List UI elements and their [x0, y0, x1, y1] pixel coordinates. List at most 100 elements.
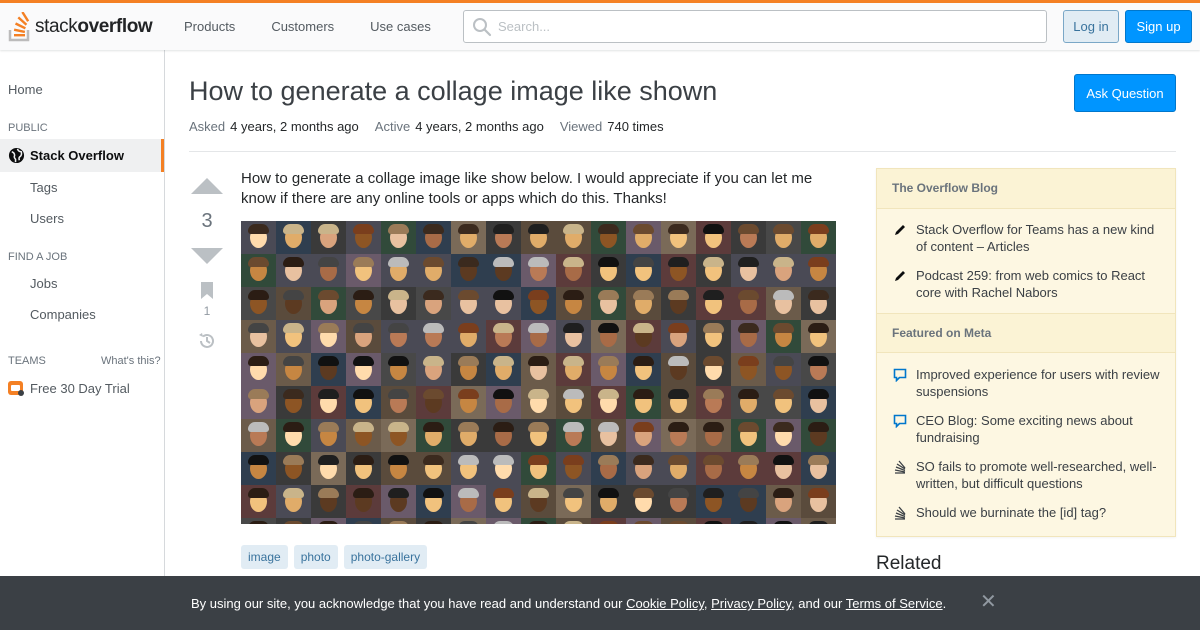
collage-face-tile: [381, 254, 416, 287]
collage-face-tile: [416, 386, 451, 419]
collage-face-tile: [346, 485, 381, 518]
collage-face-tile: [381, 485, 416, 518]
meta-item[interactable]: CEO Blog: Some exciting news about fundr…: [893, 412, 1163, 446]
collage-face-tile: [766, 254, 801, 287]
blog-item[interactable]: Podcast 259: from web comics to React co…: [893, 267, 1163, 301]
sidebar-item-stack-overflow[interactable]: Stack Overflow: [0, 139, 164, 172]
upvote-arrow-icon[interactable]: [191, 178, 223, 194]
logo-text-light: stack: [35, 16, 78, 37]
nav-use-cases[interactable]: Use cases: [352, 19, 449, 34]
meta-item[interactable]: Improved experience for users with revie…: [893, 366, 1163, 400]
collage-face-tile: [451, 320, 486, 353]
cookie-suffix: .: [942, 596, 947, 611]
collage-face-tile: [626, 419, 661, 452]
collage-face-tile: [486, 221, 521, 254]
pencil-icon: [895, 225, 905, 235]
stack-exchange-icon: [894, 460, 906, 474]
whats-this-link[interactable]: What's this?: [101, 355, 161, 367]
sidebar-item-free-trial[interactable]: Free 30 Day Trial: [8, 380, 130, 396]
collage-face-tile: [241, 254, 276, 287]
login-button[interactable]: Log in: [1063, 10, 1119, 43]
collage-face-tile: [801, 221, 836, 254]
collage-face-tile: [591, 452, 626, 485]
asked-label: Asked: [189, 119, 226, 134]
collage-face-tile: [451, 254, 486, 287]
cookie-policy-link[interactable]: Cookie Policy: [626, 596, 704, 611]
collage-face-tile: [731, 254, 766, 287]
collage-face-tile: [241, 485, 276, 518]
search-input[interactable]: [498, 19, 998, 34]
collage-face-tile: [766, 419, 801, 452]
collage-face-tile: [696, 287, 731, 320]
collage-face-tile: [556, 386, 591, 419]
sidebar-item-home[interactable]: Home: [8, 82, 43, 97]
sidebar-item-label: Stack Overflow: [30, 148, 124, 163]
top-nav: Products Customers Use cases: [166, 3, 449, 50]
collage-face-tile: [766, 353, 801, 386]
privacy-policy-link[interactable]: Privacy Policy: [711, 596, 791, 611]
collage-face-tile: [731, 485, 766, 518]
collage-face-tile: [696, 452, 731, 485]
ask-question-button[interactable]: Ask Question: [1074, 74, 1176, 112]
collage-face-tile: [696, 386, 731, 419]
meta-item[interactable]: Should we burninate the [id] tag?: [893, 504, 1163, 521]
downvote-arrow-icon[interactable]: [191, 248, 223, 264]
sidebar-item-users[interactable]: Users: [30, 211, 64, 226]
meta-item-text: SO fails to promote well-researched, wel…: [916, 459, 1157, 491]
question-title[interactable]: How to generate a collage image like sho…: [189, 76, 717, 107]
collage-face-tile: [276, 518, 311, 524]
collage-face-tile: [626, 221, 661, 254]
collage-face-tile: [486, 485, 521, 518]
collage-face-tile: [416, 419, 451, 452]
overflow-blog-widget: The Overflow Blog Stack Overflow for Tea…: [876, 168, 1176, 537]
sidebar-item-jobs[interactable]: Jobs: [30, 276, 57, 291]
collage-face-tile: [311, 518, 346, 524]
collage-face-tile: [661, 518, 696, 524]
collage-face-tile: [381, 353, 416, 386]
collage-face-tile: [416, 254, 451, 287]
close-icon[interactable]: ✕: [980, 592, 997, 612]
collage-face-tile: [661, 485, 696, 518]
meta-item-text: Improved experience for users with revie…: [916, 367, 1160, 399]
terms-of-service-link[interactable]: Terms of Service: [846, 596, 943, 611]
tag-photo[interactable]: photo: [293, 545, 338, 569]
history-icon[interactable]: [197, 331, 217, 351]
collage-face-tile: [591, 485, 626, 518]
collage-face-tile: [276, 353, 311, 386]
collage-face-tile: [556, 518, 591, 524]
tag-list: image photo photo-gallery: [241, 545, 433, 569]
collage-face-tile: [346, 386, 381, 419]
collage-face-tile: [416, 518, 451, 524]
sidebar-item-tags[interactable]: Tags: [30, 180, 57, 195]
collage-face-tile: [311, 287, 346, 320]
meta-item[interactable]: SO fails to promote well-researched, wel…: [893, 458, 1163, 492]
collage-face-tile: [451, 485, 486, 518]
tag-photo-gallery[interactable]: photo-gallery: [343, 545, 428, 569]
stackoverflow-logo[interactable]: stackoverflow: [8, 10, 153, 44]
sidebar-item-companies[interactable]: Companies: [30, 307, 96, 322]
search-box[interactable]: [463, 10, 1047, 43]
question-body: How to generate a collage image like sho…: [241, 170, 813, 207]
collage-face-tile: [661, 320, 696, 353]
collage-face-tile: [276, 485, 311, 518]
collage-face-tile: [626, 386, 661, 419]
asked-value[interactable]: 4 years, 2 months ago: [230, 119, 359, 134]
tag-image[interactable]: image: [241, 545, 288, 569]
collage-face-tile: [381, 221, 416, 254]
nav-customers[interactable]: Customers: [253, 19, 352, 34]
signup-button[interactable]: Sign up: [1125, 10, 1192, 43]
blog-item[interactable]: Stack Overflow for Teams has a new kind …: [893, 221, 1163, 255]
collage-face-tile: [766, 386, 801, 419]
collage-face-tile: [311, 452, 346, 485]
globe-icon: [8, 147, 25, 164]
collage-face-tile: [801, 386, 836, 419]
collage-face-tile: [416, 287, 451, 320]
sidebar-section-teams: TEAMS: [8, 355, 46, 367]
collage-face-tile: [801, 485, 836, 518]
collage-face-tile: [556, 221, 591, 254]
collage-face-tile: [731, 353, 766, 386]
bookmark-icon[interactable]: [200, 282, 214, 299]
nav-products[interactable]: Products: [166, 19, 253, 34]
active-value[interactable]: 4 years, 2 months ago: [415, 119, 544, 134]
collage-face-tile: [591, 287, 626, 320]
